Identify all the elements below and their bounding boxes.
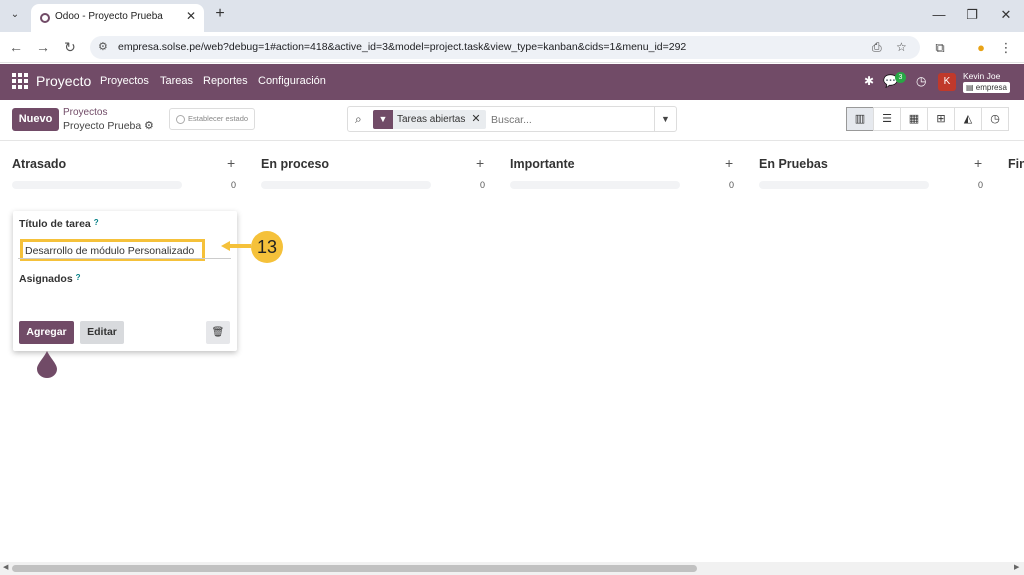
column-title-en-pruebas[interactable]: En Pruebas — [759, 157, 828, 171]
tab-search-icon[interactable]: ⌄ — [6, 6, 24, 24]
kanban-view-icon[interactable]: ▥ — [846, 107, 874, 131]
task-title-value: Desarrollo de módulo Personalizado — [25, 245, 195, 257]
messages-badge: 3 — [895, 72, 906, 83]
install-app-icon[interactable]: ⎙ — [872, 40, 882, 55]
gear-icon[interactable]: ⚙ — [144, 119, 154, 132]
address-bar-row: ← → ↻ ⚙ empresa.solse.pe/web?debug=1#act… — [0, 32, 1024, 63]
user-name[interactable]: Kevin Joe — [963, 71, 1000, 81]
new-button[interactable]: Nuevo — [12, 108, 59, 131]
assignees-label: Asignados ? — [19, 273, 81, 285]
app-name[interactable]: Proyecto — [36, 73, 91, 89]
input-underline — [18, 258, 231, 259]
menu-reportes[interactable]: Reportes — [203, 75, 248, 87]
odoo-navbar: Proyecto Proyectos Tareas Reportes Confi… — [0, 64, 1024, 100]
restore-icon[interactable]: ❐ — [962, 7, 982, 23]
activity-view-icon[interactable]: ◷ — [981, 107, 1009, 131]
search-options-toggle-icon[interactable]: ▼ — [654, 107, 676, 131]
scroll-left-icon[interactable]: ◀ — [3, 563, 8, 571]
graph-view-icon[interactable]: ◭ — [954, 107, 982, 131]
search-input[interactable] — [491, 112, 646, 127]
pivot-view-icon[interactable]: ⊞ — [927, 107, 955, 131]
search-icon[interactable]: ⌕ — [355, 112, 362, 127]
column-progress-bar — [261, 181, 431, 189]
search-bar: ⌕ ▼ Tareas abiertas ✕ ▼ — [347, 106, 677, 132]
back-icon[interactable]: ← — [7, 39, 25, 55]
add-task-plus-icon[interactable]: + — [227, 155, 235, 171]
extensions-icon[interactable]: ⧉ — [931, 40, 949, 56]
url-text[interactable]: empresa.solse.pe/web?debug=1#action=418&… — [118, 41, 686, 53]
browser-tab[interactable]: Odoo - Proyecto Prueba ✕ — [31, 4, 204, 32]
breadcrumb-current: Proyecto Prueba — [63, 120, 142, 132]
new-tab-button[interactable]: + — [211, 5, 229, 23]
add-task-plus-icon[interactable]: + — [974, 155, 982, 171]
app-menu-grid-icon[interactable] — [12, 73, 28, 89]
column-title-en-proceso[interactable]: En proceso — [261, 157, 329, 171]
assignees-label-text: Asignados — [19, 273, 73, 285]
column-progress-bar — [12, 181, 182, 189]
click-pointer-icon — [37, 351, 57, 378]
quick-create-card: Título de tarea ? Desarrollo de módulo P… — [13, 211, 237, 351]
site-settings-icon[interactable]: ⚙ — [98, 40, 108, 53]
odoo-favicon-icon — [40, 13, 50, 23]
menu-tareas[interactable]: Tareas — [160, 75, 193, 87]
column-count: 0 — [978, 180, 984, 190]
debug-bug-icon[interactable]: ✱ — [864, 74, 874, 88]
remove-facet-icon[interactable]: ✕ — [469, 110, 486, 129]
user-avatar[interactable]: K — [938, 73, 956, 91]
browser-tab-bar: ⌄ Odoo - Proyecto Prueba ✕ + — ❐ ✕ — [0, 0, 1024, 32]
annotation-arrow-icon — [221, 241, 251, 251]
add-task-plus-icon[interactable]: + — [476, 155, 484, 171]
close-tab-icon[interactable]: ✕ — [186, 9, 196, 23]
column-title-importante[interactable]: Importante — [510, 157, 575, 171]
step-number-badge: 13 — [251, 231, 283, 263]
set-status-button[interactable]: Establecer estado — [169, 108, 255, 130]
help-tooltip-icon[interactable]: ? — [76, 273, 81, 282]
browser-menu-icon[interactable]: ⋮ — [997, 40, 1015, 56]
column-progress-bar — [759, 181, 929, 189]
forward-icon[interactable]: → — [34, 39, 52, 55]
list-view-icon[interactable]: ☰ — [873, 107, 901, 131]
filter-funnel-icon: ▼ — [373, 110, 393, 129]
filter-facet: ▼ Tareas abiertas ✕ — [373, 110, 486, 129]
minimize-icon[interactable]: — — [929, 7, 949, 22]
task-title-label: Título de tarea ? — [19, 218, 99, 230]
close-window-icon[interactable]: ✕ — [996, 7, 1016, 23]
calendar-view-icon[interactable]: ▦ — [900, 107, 928, 131]
edit-button[interactable]: Editar — [80, 321, 124, 344]
breadcrumb-projects[interactable]: Proyectos — [63, 107, 107, 118]
scrollbar-thumb[interactable] — [12, 565, 697, 572]
scroll-right-icon[interactable]: ▶ — [1014, 563, 1019, 571]
add-task-plus-icon[interactable]: + — [725, 155, 733, 171]
set-status-label: Establecer estado — [188, 114, 249, 123]
database-badge: ▤ empresa — [963, 82, 1010, 93]
database-name: empresa — [975, 83, 1007, 92]
reload-icon[interactable]: ↻ — [61, 39, 79, 56]
menu-proyectos[interactable]: Proyectos — [100, 75, 149, 87]
activities-clock-icon[interactable]: ◷ — [916, 74, 926, 88]
column-count: 0 — [729, 180, 735, 190]
trash-icon[interactable]: 🗑 — [206, 321, 230, 344]
browser-tab-title: Odoo - Proyecto Prueba — [55, 11, 163, 22]
profile-icon[interactable]: ● — [972, 40, 990, 55]
help-tooltip-icon[interactable]: ? — [94, 218, 99, 227]
column-progress-bar — [510, 181, 680, 189]
horizontal-scrollbar[interactable]: ◀ ▶ — [0, 562, 1024, 575]
menu-configuracion[interactable]: Configuración — [258, 75, 326, 87]
add-button[interactable]: Agregar — [19, 321, 74, 344]
filter-facet-label: Tareas abiertas — [393, 110, 470, 129]
column-count: 0 — [231, 180, 237, 190]
column-title-fin[interactable]: Fin — [1008, 157, 1024, 171]
task-title-label-text: Título de tarea — [19, 218, 91, 230]
bookmark-star-icon[interactable]: ☆ — [896, 40, 907, 54]
view-switcher: ▥ ☰ ▦ ⊞ ◭ ◷ — [846, 107, 1009, 131]
status-circle-icon — [176, 115, 185, 124]
column-title-atrasado[interactable]: Atrasado — [12, 157, 66, 171]
column-count: 0 — [480, 180, 486, 190]
url-bar[interactable]: ⚙ empresa.solse.pe/web?debug=1#action=41… — [90, 36, 920, 59]
